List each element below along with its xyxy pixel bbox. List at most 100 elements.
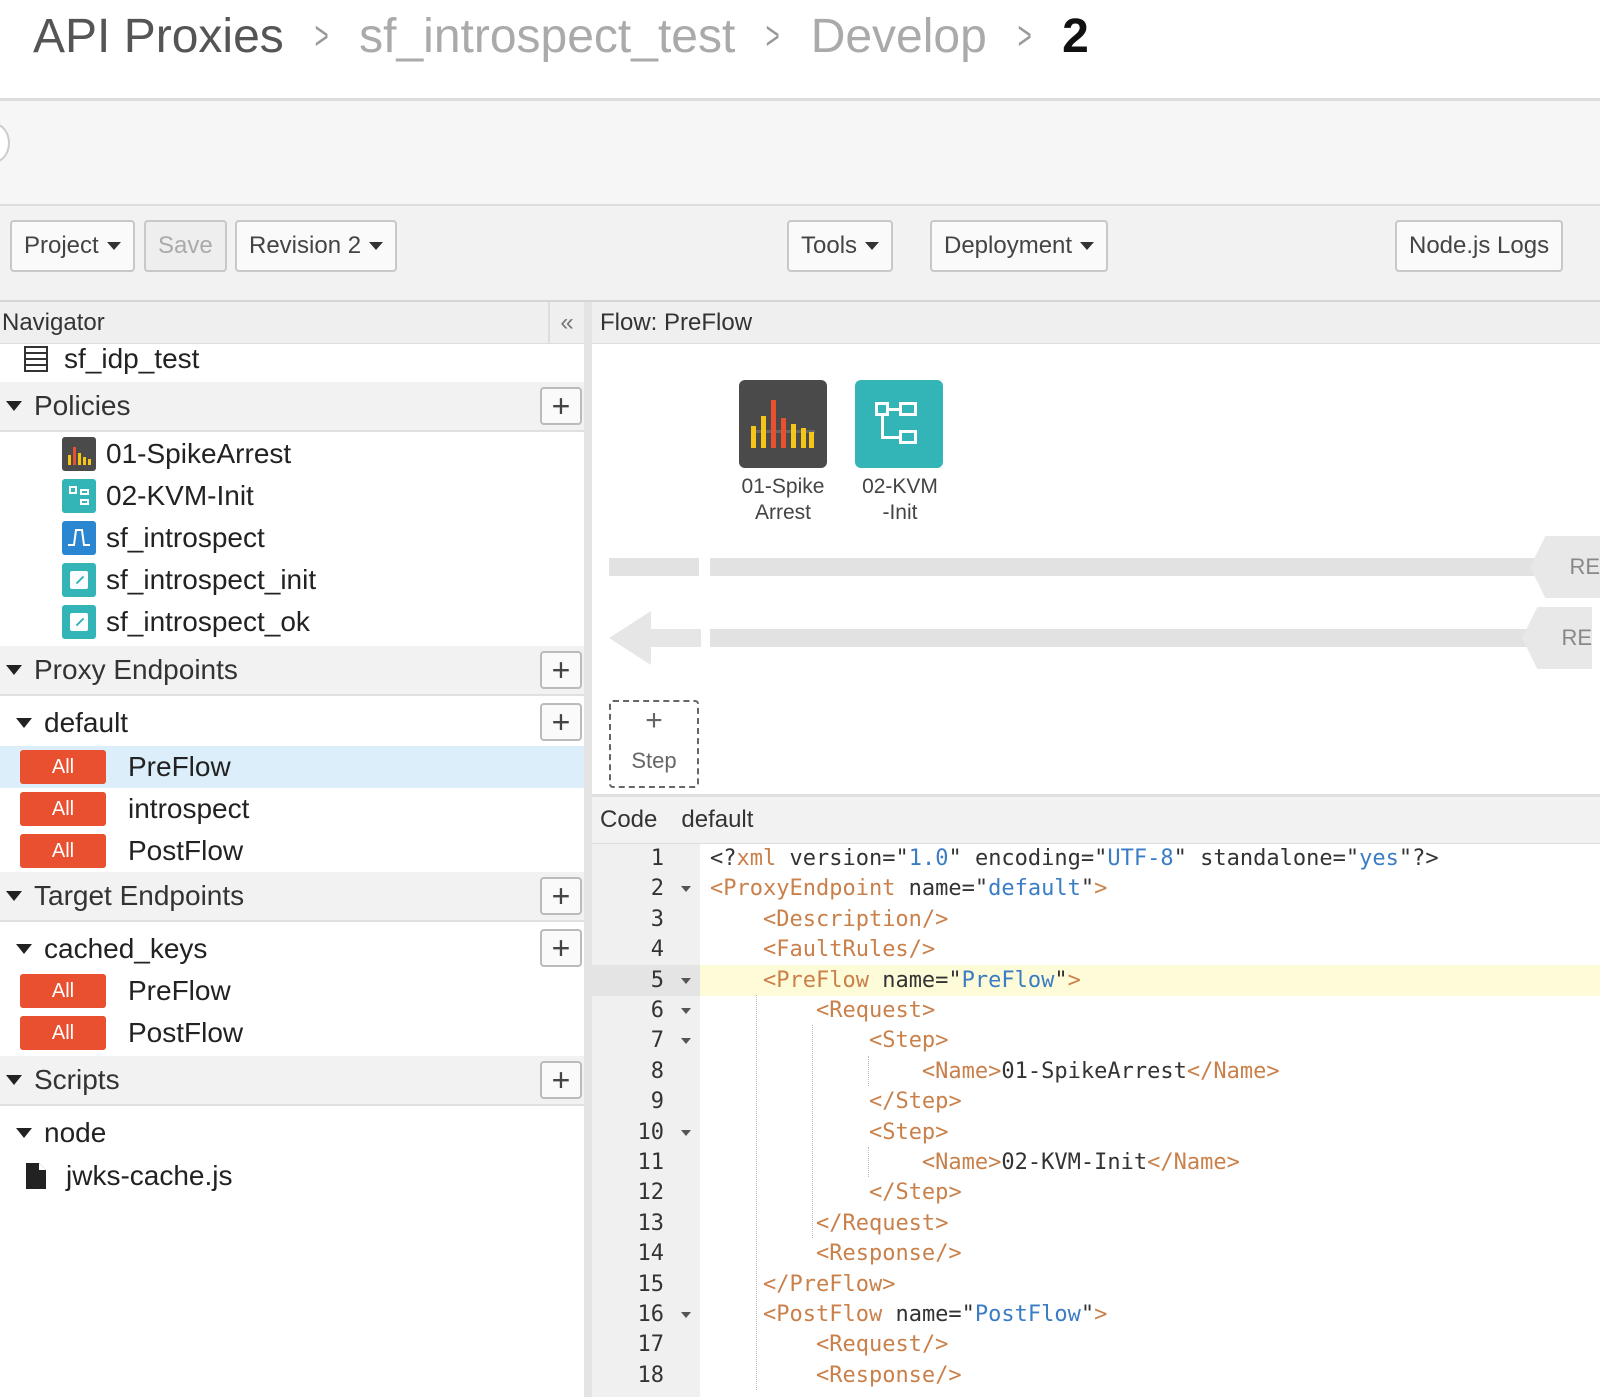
toolbar: Project Save Revision 2 Tools Deployment…: [0, 206, 1600, 302]
line-number: 3: [650, 906, 664, 932]
add-proxy-endpoint-button[interactable]: +: [540, 651, 582, 689]
breadcrumb: API Proxies > sf_introspect_test > Devel…: [33, 6, 1089, 66]
fold-arrow-icon[interactable]: [681, 977, 691, 984]
target-endpoints-section[interactable]: Target Endpoints +: [0, 872, 584, 922]
policies-section[interactable]: Policies +: [0, 382, 584, 432]
scripts-section[interactable]: Scripts +: [0, 1056, 584, 1106]
response-lane: [710, 629, 1540, 647]
code-line[interactable]: 4 <FaultRules/>: [592, 934, 1600, 965]
proxy-name: sf_idp_test: [64, 343, 200, 374]
add-script-button[interactable]: +: [540, 1061, 582, 1099]
fold-arrow-icon[interactable]: [681, 886, 691, 893]
breadcrumb-api-proxies[interactable]: API Proxies: [33, 9, 284, 64]
back-circle-icon[interactable]: [0, 123, 10, 163]
code-text: </PreFlow>: [762, 1271, 896, 1297]
scripts-label: Scripts: [34, 1064, 120, 1095]
code-line[interactable]: 12 </Step>: [592, 1177, 1600, 1208]
add-flow-button[interactable]: +: [540, 703, 582, 741]
policy-label: 01-SpikeArrest: [106, 438, 292, 469]
endpoint-name: cached_keys: [44, 933, 208, 964]
triangle-down-icon: [16, 718, 32, 728]
flow-name: PostFlow: [128, 1017, 244, 1048]
flow-item-preflow[interactable]: All PreFlow: [0, 746, 584, 788]
save-button[interactable]: Save: [144, 220, 227, 272]
line-number: 14: [637, 1241, 665, 1267]
code-line[interactable]: 6 <Request>: [592, 995, 1600, 1026]
code-line[interactable]: 18 <Response/>: [592, 1360, 1600, 1391]
code-line[interactable]: 2 <ProxyEndpoint name="default">: [592, 873, 1600, 904]
policy-label: 02-KVM-Init: [106, 480, 254, 511]
code-line[interactable]: 15 </PreFlow>: [592, 1269, 1600, 1300]
proxy-endpoint-default[interactable]: default +: [0, 698, 584, 748]
target-flow-item-preflow[interactable]: All PreFlow: [0, 970, 584, 1012]
project-dropdown[interactable]: Project: [10, 220, 135, 272]
flow-item-postflow[interactable]: All PostFlow: [0, 830, 584, 872]
caret-down-icon: [1080, 242, 1095, 250]
code-line[interactable]: 13 </Request>: [592, 1208, 1600, 1239]
target-flow-item-postflow[interactable]: All PostFlow: [0, 1012, 584, 1054]
triangle-down-icon: [16, 1128, 32, 1138]
code-editor[interactable]: 1 <?xml version="1.0" encoding="UTF-8" st…: [592, 844, 1600, 1397]
add-step-button[interactable]: + Step: [609, 700, 699, 788]
policy-item-introspect[interactable]: sf_introspect: [0, 517, 584, 559]
all-badge: All: [20, 1016, 106, 1050]
flow-name: PostFlow: [128, 835, 244, 866]
breadcrumb-proxy-name[interactable]: sf_introspect_test: [359, 9, 735, 64]
fold-arrow-icon[interactable]: [681, 1008, 691, 1014]
target-endpoint-cached-keys[interactable]: cached_keys +: [0, 924, 584, 974]
all-badge: All: [20, 974, 106, 1008]
code-text: </Step>: [868, 1089, 962, 1115]
line-number: 13: [637, 1210, 665, 1236]
code-line[interactable]: 11 <Name>02-KVM-Init</Name>: [592, 1147, 1600, 1178]
code-line[interactable]: 10 <Step>: [592, 1117, 1600, 1148]
indent-guide: [756, 995, 757, 1360]
proxy-overview-item[interactable]: sf_idp_test: [0, 338, 584, 380]
script-file-item[interactable]: jwks-cache.js: [0, 1154, 584, 1198]
code-text: </Request>: [815, 1210, 949, 1236]
document-list-icon: [24, 346, 48, 372]
code-line[interactable]: 9 </Step>: [592, 1086, 1600, 1117]
proxy-endpoints-section[interactable]: Proxy Endpoints +: [0, 646, 584, 696]
code-line[interactable]: 1 <?xml version="1.0" encoding="UTF-8" st…: [592, 844, 1600, 874]
line-number: 1: [650, 846, 664, 871]
policy-item-introspect-init[interactable]: sf_introspect_init: [0, 559, 584, 601]
kvm-step-icon[interactable]: [855, 380, 943, 468]
add-target-endpoint-button[interactable]: +: [540, 877, 582, 915]
revision-dropdown[interactable]: Revision 2: [235, 220, 398, 272]
fold-arrow-icon[interactable]: [681, 1038, 691, 1045]
all-badge: All: [20, 834, 106, 868]
flow-name: PreFlow: [128, 975, 231, 1006]
code-line[interactable]: 14 <Response/>: [592, 1238, 1600, 1269]
breadcrumb-develop[interactable]: Develop: [811, 9, 987, 64]
flow-canvas: 01-Spike Arrest 02-KVM -Init RE RE + Ste…: [592, 344, 1600, 794]
fold-arrow-icon[interactable]: [681, 1312, 691, 1318]
spike-arrest-step-icon[interactable]: [739, 380, 827, 468]
add-policy-button[interactable]: +: [540, 387, 582, 425]
policy-item-introspect-ok[interactable]: sf_introspect_ok: [0, 601, 584, 643]
code-line[interactable]: 16 <PostFlow name="PostFlow">: [592, 1299, 1600, 1330]
policy-item-kvm[interactable]: 02-KVM-Init: [0, 475, 584, 517]
triangle-down-icon: [6, 665, 22, 675]
code-line[interactable]: 7 <Step>: [592, 1025, 1600, 1056]
all-badge: All: [20, 792, 106, 826]
policy-item-spikearrest[interactable]: 01-SpikeArrest: [0, 433, 584, 475]
tools-dropdown[interactable]: Tools: [787, 220, 894, 272]
add-flow-button[interactable]: +: [540, 929, 582, 967]
line-number: 15: [637, 1271, 665, 1297]
code-line[interactable]: 17 <Request/>: [592, 1329, 1600, 1360]
scripts-folder-node[interactable]: node: [0, 1108, 584, 1158]
nodejs-logs-button[interactable]: Node.js Logs: [1395, 220, 1564, 272]
code-text: <ProxyEndpoint name="default">: [710, 876, 1108, 902]
kvm-step-label: 02-KVM -Init: [842, 474, 958, 526]
code-line[interactable]: 8 <Name>01-SpikeArrest</Name>: [592, 1056, 1600, 1087]
flow-item-introspect[interactable]: All introspect: [0, 788, 584, 830]
spike-arrest-step-label: 01-Spike Arrest: [722, 474, 844, 526]
fold-arrow-icon[interactable]: [681, 1129, 691, 1136]
all-badge: All: [20, 750, 106, 784]
code-text: <FaultRules/>: [762, 937, 936, 963]
triangle-down-icon: [6, 1075, 22, 1085]
code-line[interactable]: 3 <Description/>: [592, 904, 1600, 935]
line-number: 8: [650, 1058, 664, 1084]
deployment-dropdown[interactable]: Deployment: [930, 220, 1109, 272]
code-line[interactable]: 5 <PreFlow name="PreFlow">: [592, 964, 1600, 996]
